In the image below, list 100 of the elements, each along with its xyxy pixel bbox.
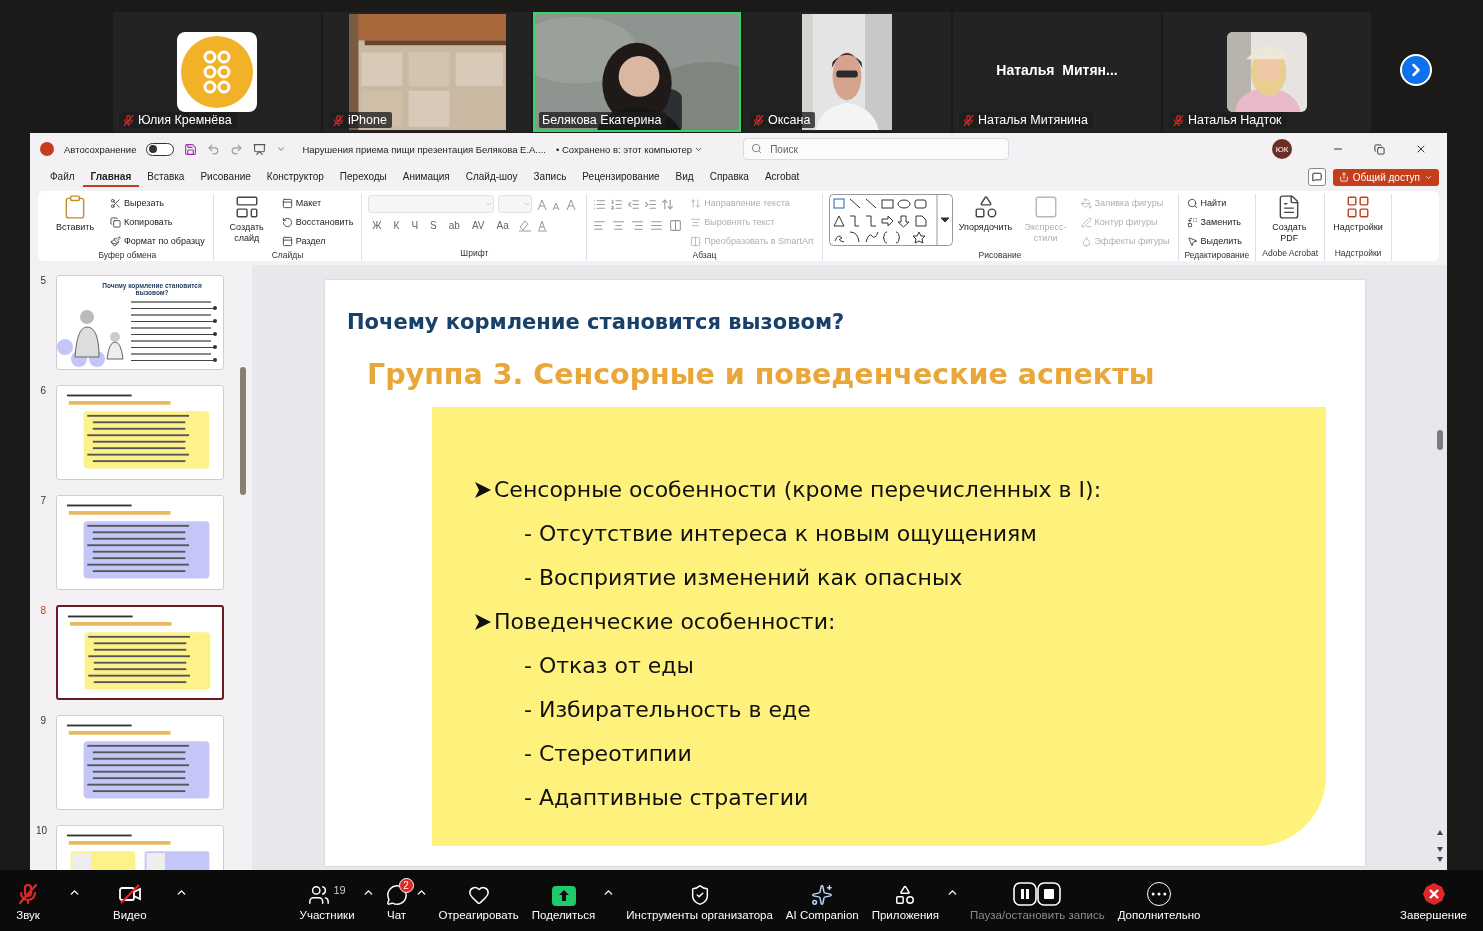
- toolbar-button[interactable]: Звук: [14, 876, 42, 925]
- group-label: Слайды: [270, 250, 305, 262]
- participant-name: Юлия Кремнёва: [138, 113, 232, 127]
- share-icon: [1338, 172, 1349, 182]
- ribbon-button[interactable]: Восстановить: [279, 213, 356, 231]
- ribbon-tab[interactable]: Рисование: [192, 167, 259, 187]
- toolbar-button[interactable]: AI Companion: [783, 876, 861, 925]
- ribbon-tab[interactable]: Конструктор: [258, 167, 332, 187]
- video-off-icon: [117, 882, 142, 906]
- align-center-icon[interactable]: [612, 218, 626, 232]
- group-label: Adobe Acrobat: [1262, 248, 1319, 260]
- ribbon-tab[interactable]: Вид: [667, 167, 702, 187]
- toolbar-button[interactable]: Поделиться: [529, 876, 598, 925]
- participant-name: Белякова Екатерина: [542, 113, 662, 127]
- video-tile[interactable]: iPhone: [323, 12, 531, 132]
- ribbon-button[interactable]: Упорядочить: [958, 194, 1013, 234]
- format-button[interactable]: Ж: [368, 219, 386, 231]
- restore-icon: [1374, 143, 1385, 155]
- ribbon-button[interactable]: Заменить: [1184, 213, 1245, 231]
- format-button[interactable]: Ч: [407, 219, 423, 231]
- ribbon-button[interactable]: Найти: [1184, 194, 1245, 212]
- ribbon-button[interactable]: Надстройки: [1331, 194, 1386, 234]
- avatar-icon: [177, 32, 257, 112]
- font-name-field[interactable]: [368, 195, 495, 213]
- indent-icon[interactable]: [644, 197, 658, 211]
- ribbon-tab[interactable]: Рецензирование: [574, 167, 668, 187]
- ribbon-tab[interactable]: Acrobat: [756, 167, 808, 187]
- numbering-icon[interactable]: [610, 197, 624, 211]
- search-field[interactable]: Поиск: [743, 138, 1010, 160]
- line-spacing-icon[interactable]: [661, 197, 675, 211]
- ribbon-button[interactable]: Раздел: [279, 232, 356, 250]
- toolbar-button[interactable]: Приложения: [869, 876, 941, 925]
- video-tile[interactable]: Оксана: [743, 12, 951, 132]
- participant-name: Наталья Надток: [1188, 113, 1282, 127]
- presentation-icon[interactable]: [253, 142, 267, 156]
- ribbon-tab[interactable]: Переходы: [331, 167, 395, 187]
- ribbon-button[interactable]: Вырезать: [108, 194, 207, 212]
- format-button[interactable]: AV: [467, 219, 489, 231]
- copy-icon: [110, 216, 121, 228]
- ribbon-tab[interactable]: Справка: [701, 167, 757, 187]
- toolbar-button[interactable]: Отреагировать: [436, 876, 521, 925]
- columns-icon[interactable]: [669, 218, 683, 232]
- participants-icon: [308, 884, 331, 906]
- ribbon-button[interactable]: Копировать: [108, 213, 207, 231]
- format-button[interactable]: ab: [444, 219, 464, 231]
- caret-icon[interactable]: [276, 144, 287, 154]
- ribbon-tab[interactable]: Вставка: [139, 167, 193, 187]
- toolbar-button[interactable]: 19 Участники: [297, 876, 357, 925]
- participant-count: 19: [333, 884, 346, 896]
- effects-icon: [1080, 235, 1092, 247]
- caret-icon: [485, 200, 494, 208]
- unread-badge: 2: [398, 878, 414, 893]
- search-icon: [751, 143, 763, 154]
- save-icon[interactable]: [184, 142, 198, 156]
- toolbar-button[interactable]: Инструменты организатора: [624, 876, 775, 925]
- toolbar-button[interactable]: Дополнительно: [1115, 876, 1203, 925]
- app-logo-icon: [40, 142, 54, 156]
- video-tile[interactable]: Белякова Екатерина: [533, 12, 741, 132]
- pointer-icon: [1186, 235, 1198, 247]
- video-tile[interactable]: Наталья Надток: [1163, 12, 1371, 132]
- ribbon-tab[interactable]: Главная: [82, 167, 140, 187]
- toolbar-button[interactable]: Завершение: [1398, 876, 1469, 925]
- bullet-text: - Отсутствие интереса к новым ощущениям: [524, 521, 1037, 546]
- ribbon-button[interactable]: Формат по образцу: [108, 232, 207, 250]
- autosave-toggle[interactable]: [146, 142, 175, 156]
- ribbon-tab[interactable]: Файл: [42, 167, 83, 187]
- toolbar-button[interactable]: Видео: [111, 876, 149, 925]
- group-label: Шрифт: [459, 248, 490, 260]
- participant-name: Наталья Митян...: [996, 62, 1118, 78]
- format-button[interactable]: К: [389, 219, 404, 231]
- share-button[interactable]: Общий доступ: [1332, 168, 1439, 186]
- save-status[interactable]: • Сохранено в: этот компьютер: [555, 143, 704, 155]
- align-right-icon[interactable]: [631, 218, 645, 232]
- ribbon-button[interactable]: Создать PDF: [1262, 194, 1317, 245]
- justify-icon[interactable]: [650, 218, 664, 232]
- ribbon-tab[interactable]: Анимация: [394, 167, 458, 187]
- group-label: Абзац: [691, 250, 718, 262]
- ribbon-button[interactable]: Выделить: [1184, 232, 1245, 250]
- video-tile[interactable]: Юлия Кремнёва: [113, 12, 321, 132]
- redo-icon[interactable]: [230, 142, 244, 156]
- comments-button[interactable]: [1307, 168, 1326, 186]
- ribbon-tab[interactable]: Слайд-шоу: [457, 167, 526, 187]
- ribbon-tab[interactable]: Запись: [525, 167, 575, 187]
- share-screen-icon: [551, 886, 576, 906]
- outdent-icon[interactable]: [627, 197, 641, 211]
- user-avatar[interactable]: ЮК: [1272, 139, 1292, 159]
- shapes-gallery-drawing[interactable]: [828, 194, 953, 246]
- undo-icon[interactable]: [207, 142, 221, 156]
- align-left-icon[interactable]: [593, 218, 607, 232]
- ribbon-button[interactable]: Создать слайд: [219, 194, 274, 245]
- format-button[interactable]: S: [426, 219, 441, 231]
- next-page-button[interactable]: [1400, 54, 1432, 86]
- group-label: Рисование: [977, 250, 1023, 262]
- bullets-icon[interactable]: [593, 197, 607, 211]
- slide-number: 9: [39, 715, 46, 726]
- ribbon-button[interactable]: Макет: [279, 194, 356, 212]
- video-tile[interactable]: Наталья Митян... Наталья Митянина: [953, 12, 1161, 132]
- format-button[interactable]: Aa: [492, 219, 513, 231]
- font-size-field[interactable]: [498, 195, 533, 213]
- ribbon-button[interactable]: Вставить: [48, 194, 102, 234]
